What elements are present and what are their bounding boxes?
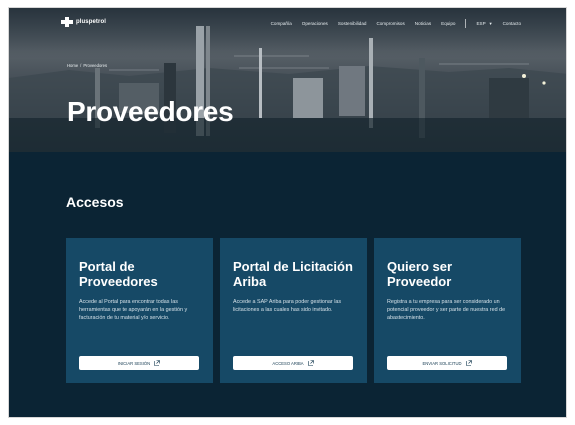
nav-item-noticias[interactable]: Noticias (415, 21, 431, 26)
iniciar-sesion-button[interactable]: INICIAR SESIÓN (79, 356, 199, 370)
site-logo[interactable]: pluspetrol (61, 17, 106, 27)
button-label: ENVIAR SOLICITUD (422, 360, 462, 366)
nav-item-sostenibilidad[interactable]: Sostenibilidad (338, 21, 367, 26)
language-label: ESP (476, 21, 486, 26)
card-portal-ariba: Portal de Licitación Ariba Accede a SAP … (220, 238, 367, 383)
acceso-ariba-button[interactable]: ACCESO ARIBA (233, 356, 353, 370)
hero-banner: pluspetrol Compañía Operaciones Sostenib… (9, 8, 566, 152)
external-link-icon (307, 360, 314, 366)
breadcrumb-home[interactable]: Home (67, 63, 78, 68)
external-link-icon (154, 360, 160, 366)
nav-item-contacto[interactable]: Contacto (503, 21, 521, 26)
logo-text: pluspetrol (76, 19, 107, 25)
page-title: Proveedores (67, 96, 234, 127)
breadcrumb: Home / Proveedores (67, 63, 107, 68)
chevron-down-icon: ▼ (488, 21, 493, 26)
top-navigation-bar: pluspetrol Compañía Operaciones Sostenib… (9, 8, 566, 38)
page-frame: pluspetrol Compañía Operaciones Sostenib… (8, 7, 567, 418)
card-description: Accede a SAP Ariba para poder gestionar … (233, 299, 342, 313)
card-portal-proveedores: Portal de Proveedores Accede al Portal p… (66, 238, 213, 383)
nav-item-compromisos[interactable]: Compromisos (376, 21, 404, 26)
enviar-solicitud-button[interactable]: ENVIAR SOLICITUD (387, 356, 507, 370)
nav-item-equipo[interactable]: Equipo (441, 21, 455, 26)
card-title: Quiero ser Proveedor (387, 259, 453, 289)
pluspetrol-logo-icon (61, 17, 73, 27)
breadcrumb-current: Proveedores (83, 63, 108, 68)
nav-item-compania[interactable]: Compañía (271, 21, 292, 26)
card-description: Registra a tu empresa para ser considera… (387, 299, 506, 321)
card-description: Accede al Portal para encontrar todas la… (79, 299, 188, 321)
main-nav: Compañía Operaciones Sostenibilidad Comp… (271, 19, 521, 28)
button-label: INICIAR SESIÓN (117, 360, 151, 366)
language-selector[interactable]: ESP ▼ (476, 21, 492, 26)
nav-item-operaciones[interactable]: Operaciones (302, 21, 328, 26)
card-title: Portal de Licitación Ariba (233, 259, 353, 289)
card-title: Portal de Proveedores (79, 259, 158, 289)
section-title: Accesos (66, 194, 124, 210)
external-link-icon (465, 360, 472, 366)
nav-divider (465, 19, 467, 28)
button-label: ACCESO ARIBA (272, 360, 304, 366)
card-quiero-ser-proveedor: Quiero ser Proveedor Registra a tu empre… (374, 238, 521, 383)
breadcrumb-separator: / (80, 63, 82, 68)
